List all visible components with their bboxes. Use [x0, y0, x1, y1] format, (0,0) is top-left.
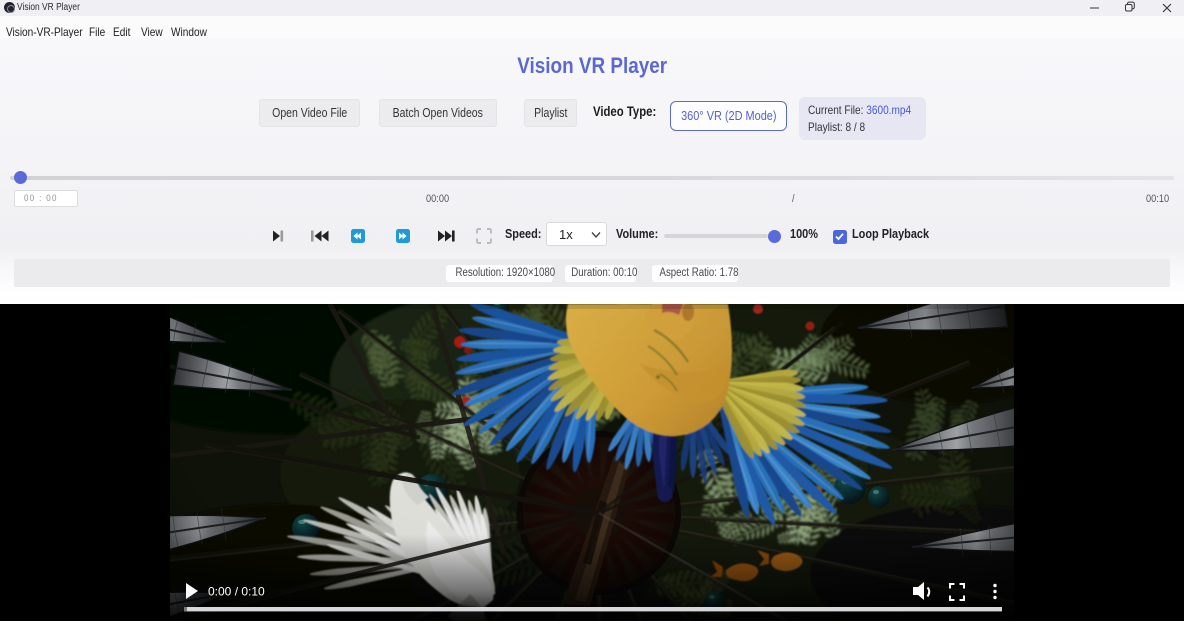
svg-text:0:00 / 0:10: 0:00 / 0:10 — [208, 585, 265, 599]
